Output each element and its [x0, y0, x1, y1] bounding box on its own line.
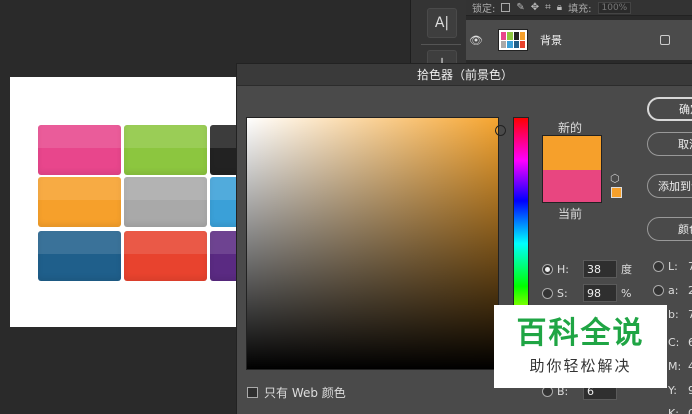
lock-transparent-icon[interactable]	[501, 3, 511, 12]
dialog-title: 拾色器（前景色）	[237, 64, 692, 86]
lab-b-row: b: 7	[668, 308, 692, 321]
cmyk-y-value[interactable]: 9	[688, 384, 692, 397]
saturation-row: S: 98 %	[542, 284, 635, 302]
hue-input[interactable]: 38	[583, 260, 617, 278]
thumbnail-tile	[507, 40, 513, 48]
color-field-cursor[interactable]	[495, 125, 506, 136]
new-color-swatch	[542, 135, 602, 170]
type-tool-button[interactable]: A|	[427, 8, 457, 38]
current-color-swatch[interactable]	[542, 170, 602, 203]
lab-l-key: L:	[668, 260, 678, 273]
color-tile	[124, 177, 207, 227]
color-tile	[38, 125, 121, 175]
lab-b-value[interactable]: 7	[688, 308, 692, 321]
saturation-input[interactable]: 98	[583, 284, 617, 302]
hue-unit: 度	[621, 263, 632, 276]
lab-a-radio[interactable]	[653, 285, 664, 296]
current-color-label: 当前	[558, 207, 583, 221]
cmyk-k-row: K: 0	[668, 407, 692, 414]
cancel-button-label: 取消	[678, 138, 692, 151]
fill-input[interactable]: 100%	[597, 1, 632, 14]
saturation-brightness-field[interactable]	[246, 117, 506, 370]
thumbnail-tile	[507, 32, 513, 40]
watermark-title: 百科全说	[516, 316, 645, 351]
layer-name: 背景	[540, 34, 562, 47]
fill-label: 填充:	[568, 4, 592, 15]
thumbnail-tile	[519, 40, 525, 48]
thumbnail-tile	[501, 40, 507, 48]
cmyk-m-row: M: 4	[668, 360, 692, 373]
type-tool-icon: A|	[434, 15, 450, 31]
lab-a-row: a: 2	[653, 284, 692, 297]
lab-a-key: a:	[668, 284, 679, 297]
lock-artboard-icon[interactable]: ⌗	[545, 2, 551, 13]
layer-thumbnail	[498, 29, 528, 51]
color-tile	[38, 177, 121, 227]
new-color-label: 新的	[558, 121, 583, 135]
saturation-radio[interactable]	[542, 287, 553, 299]
cmyk-c-key: C:	[668, 336, 680, 349]
only-web-colors-label: 只有 Web 颜色	[264, 386, 346, 400]
thumbnail-tile	[519, 32, 525, 40]
saturation-unit: %	[621, 286, 632, 300]
document-canvas[interactable]	[10, 77, 293, 327]
layer-lock-icon	[660, 35, 670, 45]
cmyk-y-key: Y:	[668, 384, 677, 397]
lab-l-value[interactable]: 7	[688, 260, 692, 273]
add-to-swatches-label: 添加到色板	[658, 180, 692, 193]
ok-button[interactable]: 确定	[647, 97, 692, 121]
cmyk-m-value[interactable]: 4	[688, 360, 692, 373]
lab-a-value[interactable]: 2	[688, 284, 692, 297]
web-safe-swatch[interactable]	[611, 187, 622, 198]
lock-label: 锁定:	[472, 4, 496, 15]
add-to-swatches-button[interactable]: 添加到色板	[647, 174, 692, 198]
visibility-eye-icon[interactable]: 👁︎	[466, 34, 486, 47]
cmyk-c-value[interactable]: 6	[688, 336, 692, 349]
thumbnail-tile	[513, 32, 519, 40]
saturation-key: S:	[557, 286, 568, 300]
cmyk-k-key: K:	[668, 407, 679, 414]
color-tile	[124, 231, 207, 281]
cmyk-m-key: M:	[668, 360, 682, 373]
only-web-colors-checkbox[interactable]: 只有 Web 颜色	[247, 384, 346, 401]
lab-l-radio[interactable]	[653, 261, 664, 272]
lab-l-row: L: 7	[653, 260, 692, 273]
hue-key: H:	[557, 262, 569, 276]
hue-row: H: 38 度	[542, 260, 635, 278]
color-libraries-label: 颜色库	[678, 223, 692, 236]
watermark-subtitle: 助你轻松解决	[529, 357, 632, 375]
lab-b-key: b:	[668, 308, 679, 321]
cmyk-c-row: C: 6	[668, 336, 692, 349]
lock-all-icon[interactable]: 🔒︎	[557, 2, 562, 13]
watermark-logo: 百科全说 助你轻松解决	[494, 305, 667, 388]
layers-options-bar: 锁定: ✎ ✥ ⌗ 🔒︎ 填充: 100%	[466, 0, 692, 16]
color-libraries-button[interactable]: 颜色库	[647, 217, 692, 241]
ok-button-label: 确定	[679, 103, 692, 116]
thumbnail-tile	[501, 32, 507, 40]
cmyk-y-row: Y: 9	[668, 384, 692, 397]
color-tile	[38, 231, 121, 281]
lock-move-icon[interactable]: ✥	[531, 2, 539, 13]
hue-radio[interactable]	[542, 263, 553, 275]
thumbnail-tile	[513, 40, 519, 48]
color-tile	[124, 125, 207, 175]
checkbox-box[interactable]	[247, 387, 258, 398]
photoshop-workspace: A| 十 锁定: ✎ ✥ ⌗ 🔒︎ 填充: 100% 👁︎ 背景 拾色器（前景色…	[0, 0, 692, 414]
out-of-gamut-cube-icon[interactable]: ⬡	[610, 172, 620, 185]
cmyk-k-value[interactable]: 0	[688, 407, 692, 414]
cancel-button[interactable]: 取消	[647, 132, 692, 156]
layer-row-background[interactable]: 👁︎ 背景	[466, 20, 692, 60]
tool-divider	[421, 44, 461, 45]
lock-paint-icon[interactable]: ✎	[516, 2, 524, 13]
